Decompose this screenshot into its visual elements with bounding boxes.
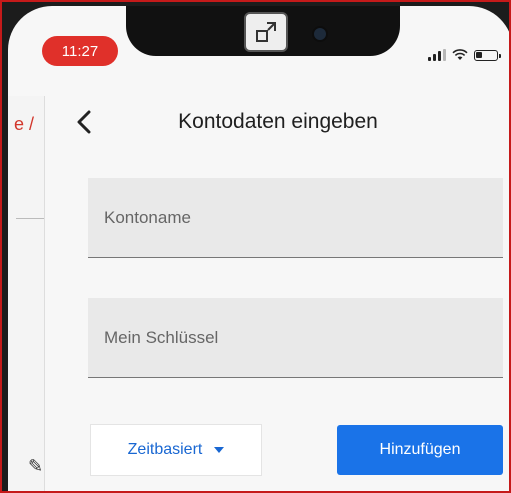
secret-key-input[interactable] [104, 298, 484, 377]
caret-down-icon [214, 447, 225, 453]
status-icons [428, 46, 508, 64]
secret-key-field[interactable] [88, 298, 503, 378]
background-app-panel [8, 96, 45, 491]
add-button[interactable]: Hinzufügen [337, 425, 503, 475]
front-camera [314, 28, 326, 40]
screenshot-frame: 11:27 e / ✎ Kontodaten eingeben Kontonam… [0, 0, 511, 493]
signal-icon [428, 49, 446, 61]
phone-screen: 11:27 e / ✎ Kontodaten eingeben Kontonam… [8, 6, 509, 491]
back-button[interactable] [68, 106, 100, 138]
key-type-select[interactable]: Zeitbasiert [90, 424, 262, 476]
battery-icon [474, 49, 501, 61]
page-title: Kontodaten eingeben [178, 110, 378, 133]
pen-doodle-icon: ✎ [28, 456, 44, 476]
chevron-left-icon [77, 110, 91, 134]
status-time: 11:27 [42, 36, 118, 66]
background-divider [16, 218, 44, 219]
background-app-title: e / [14, 114, 35, 134]
key-type-label: Zeitbasiert [127, 441, 203, 458]
screen-record-overlay-icon [244, 12, 288, 52]
account-name-field[interactable] [88, 178, 503, 258]
account-name-input[interactable] [104, 178, 484, 257]
wifi-icon [452, 49, 468, 60]
